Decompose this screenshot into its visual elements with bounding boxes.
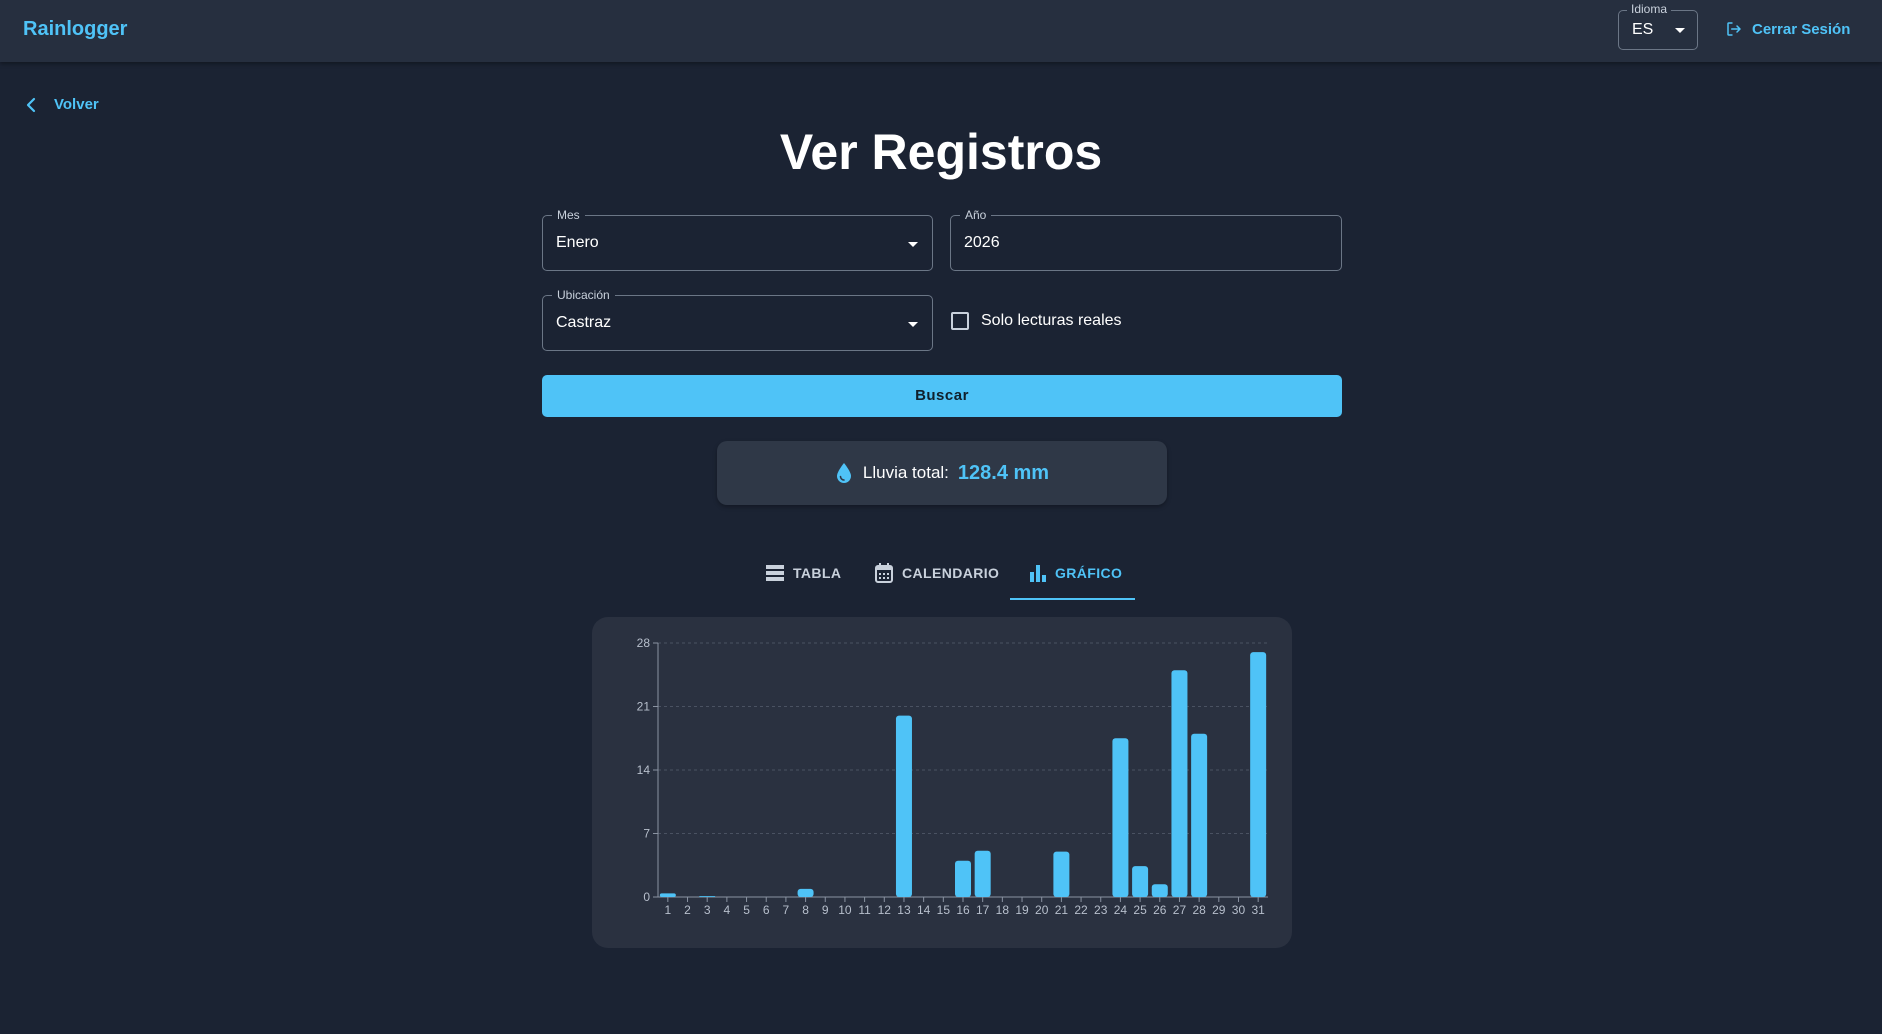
water-drop-icon bbox=[836, 463, 851, 483]
logout-icon bbox=[1727, 22, 1741, 36]
bar-chart-icon bbox=[1030, 565, 1046, 582]
chart-bar bbox=[895, 715, 912, 897]
chart-bar bbox=[1112, 738, 1129, 897]
x-tick-label: 14 bbox=[917, 903, 931, 917]
logout-label: Cerrar Sesión bbox=[1752, 20, 1851, 38]
x-tick-label: 6 bbox=[763, 903, 770, 917]
x-tick-label: 3 bbox=[704, 903, 711, 917]
month-select[interactable]: Mes Enero bbox=[542, 208, 933, 271]
rain-bar-chart: 071421281 2 3 4 5 6 7 8 9 10 11 12 13 14 15 16 17 18 19 20 2… bbox=[637, 636, 1268, 917]
y-tick-label: 21 bbox=[637, 700, 651, 714]
logout-button[interactable]: Cerrar Sesión bbox=[1725, 20, 1850, 38]
x-tick-label: 19 bbox=[1015, 903, 1029, 917]
x-tick-label: 15 bbox=[937, 903, 951, 917]
year-input-value: 2026 bbox=[964, 234, 1000, 251]
tab-table-label: TABLA bbox=[793, 565, 842, 581]
back-label: Volver bbox=[54, 96, 99, 113]
chevron-down-icon bbox=[1675, 28, 1685, 33]
x-tick-label: 12 bbox=[878, 903, 892, 917]
language-select[interactable]: Idioma ES bbox=[1618, 2, 1698, 50]
search-button[interactable]: Buscar bbox=[542, 375, 1342, 417]
tab-calendar-label: CALENDARIO bbox=[902, 565, 1000, 581]
chevron-down-icon bbox=[908, 322, 918, 327]
language-select-label: Idioma bbox=[1627, 2, 1672, 16]
chart-bar bbox=[797, 888, 814, 897]
table-rows-icon bbox=[766, 565, 784, 581]
y-tick-label: 14 bbox=[637, 763, 651, 777]
x-tick-label: 24 bbox=[1114, 903, 1128, 917]
language-select-value: ES bbox=[1632, 21, 1654, 38]
x-tick-label: 9 bbox=[822, 903, 829, 917]
tab-table[interactable]: TABLA bbox=[766, 545, 841, 601]
chart-bar bbox=[1053, 851, 1070, 897]
x-tick-label: 27 bbox=[1173, 903, 1187, 917]
only-real-readings-checkbox[interactable] bbox=[951, 312, 969, 330]
x-tick-label: 7 bbox=[783, 903, 790, 917]
chart-bar bbox=[974, 850, 991, 897]
location-select[interactable]: Ubicación Castraz bbox=[542, 288, 933, 351]
chevron-left-icon bbox=[26, 97, 36, 112]
x-tick-label: 22 bbox=[1074, 903, 1088, 917]
y-tick-label: 7 bbox=[643, 827, 650, 841]
x-tick-label: 18 bbox=[996, 903, 1010, 917]
chevron-down-icon bbox=[908, 242, 918, 247]
y-tick-label: 28 bbox=[637, 636, 651, 650]
x-tick-label: 29 bbox=[1212, 903, 1226, 917]
year-input-label: Año bbox=[960, 208, 992, 222]
total-rain-card: Lluvia total: 128.4 mm bbox=[717, 441, 1167, 505]
x-tick-label: 16 bbox=[956, 903, 970, 917]
month-select-value: Enero bbox=[556, 234, 599, 251]
chart-bar bbox=[1171, 670, 1188, 897]
brand-logo[interactable]: Rainlogger bbox=[23, 18, 127, 41]
tab-chart-label: GRÁFICO bbox=[1055, 565, 1123, 581]
x-tick-label: 25 bbox=[1133, 903, 1147, 917]
x-tick-label: 2 bbox=[684, 903, 691, 917]
x-tick-label: 28 bbox=[1192, 903, 1206, 917]
x-tick-label: 17 bbox=[976, 903, 990, 917]
x-tick-label: 23 bbox=[1094, 903, 1108, 917]
x-tick-label: 13 bbox=[897, 903, 911, 917]
x-tick-label: 5 bbox=[743, 903, 750, 917]
view-tabs: TABLA CALENDARIO GRÁFICO bbox=[0, 545, 1882, 601]
x-tick-label: 11 bbox=[858, 903, 871, 917]
x-tick-label: 20 bbox=[1035, 903, 1049, 917]
chart-bar bbox=[659, 893, 676, 897]
only-real-readings-label: Solo lecturas reales bbox=[981, 312, 1122, 329]
tab-chart[interactable]: GRÁFICO bbox=[1030, 545, 1122, 601]
page-title: Ver Registros bbox=[779, 124, 1103, 180]
only-real-readings-toggle[interactable]: Solo lecturas reales bbox=[951, 312, 1122, 330]
chart-bar bbox=[1250, 652, 1267, 897]
month-select-label: Mes bbox=[552, 208, 585, 222]
x-tick-label: 21 bbox=[1055, 903, 1069, 917]
chart-bar bbox=[1191, 733, 1208, 897]
y-tick-label: 0 bbox=[643, 890, 650, 904]
chart-bar bbox=[955, 860, 971, 897]
location-select-value: Castraz bbox=[556, 314, 612, 331]
chart-bar bbox=[1151, 884, 1168, 897]
chart-bar bbox=[699, 896, 716, 897]
chart-bar bbox=[1132, 866, 1149, 897]
calendar-icon bbox=[875, 563, 893, 583]
x-tick-label: 26 bbox=[1153, 903, 1167, 917]
total-rain-value: 128.4 mm bbox=[957, 461, 1050, 484]
rain-chart-card: 0 7 14 21 28 1 2 3 4 5 6 7 8 9 10 11 12 13 14 15 16 17 18 19 20 2… bbox=[592, 617, 1292, 948]
x-tick-label: 1 bbox=[664, 903, 671, 917]
x-tick-label: 30 bbox=[1232, 903, 1246, 917]
x-tick-label: 10 bbox=[838, 903, 852, 917]
top-app-bar: Rainlogger Idioma ES Cerrar Sesión bbox=[0, 0, 1882, 62]
active-tab-indicator bbox=[1010, 598, 1135, 600]
total-rain-label: Lluvia total: bbox=[862, 463, 949, 482]
tab-calendar[interactable]: CALENDARIO bbox=[875, 545, 999, 601]
x-tick-label: 8 bbox=[802, 903, 809, 917]
location-select-label: Ubicación bbox=[552, 288, 615, 302]
year-input[interactable]: Año 2026 bbox=[950, 208, 1342, 271]
x-tick-label: 31 bbox=[1251, 903, 1265, 917]
x-tick-label: 4 bbox=[724, 903, 731, 917]
back-button[interactable]: Volver bbox=[24, 96, 99, 113]
